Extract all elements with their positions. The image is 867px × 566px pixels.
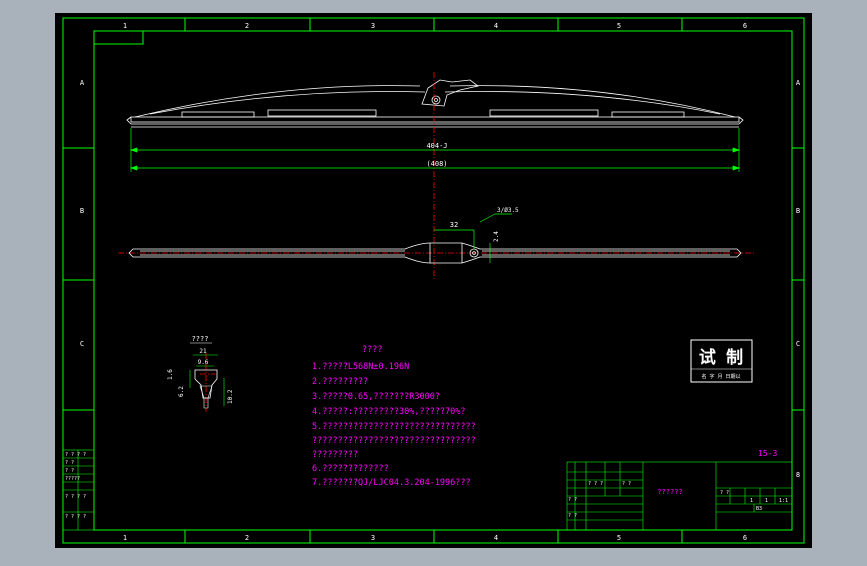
sheet-code: 15-3 <box>758 449 777 458</box>
zone-top-2: 2 <box>245 22 249 30</box>
cad-viewport[interactable]: 1 2 3 4 5 6 1 2 3 4 5 6 A B C A B C 8 40… <box>0 0 867 562</box>
detail-inner-dim: 9.6 <box>198 359 209 366</box>
detail-left-dim2: 6.2 <box>178 386 185 397</box>
title-small-r4: 1:1 <box>779 498 788 504</box>
zone-bottom-1: 1 <box>123 534 127 542</box>
zone-right-8: 8 <box>796 471 800 479</box>
title-small-r3: 1 <box>765 498 768 504</box>
zone-top-4: 4 <box>494 22 498 30</box>
zone-top-3: 3 <box>371 22 375 30</box>
detail-label: ???? <box>192 335 209 343</box>
drawing-canvas[interactable]: 1 2 3 4 5 6 1 2 3 4 5 6 A B C A B C 8 40… <box>0 0 867 562</box>
revision-row-5: ? ? ? ? <box>65 514 86 520</box>
note-line-9: 7.???????QJ/LJC04.3.204-1996??? <box>312 478 471 488</box>
dim-hole: 3/Ø3.5 <box>497 207 519 214</box>
zone-bottom-5: 5 <box>617 534 621 542</box>
note-line-6: ???????????????????????????????? <box>312 436 476 446</box>
zone-top-5: 5 <box>617 22 621 30</box>
title-small-r2: 1 <box>750 498 753 504</box>
dim-length-inner: 404-J <box>426 142 447 150</box>
note-line-5: 5.?????????????????????????????? <box>312 422 476 432</box>
title-cell-1: ? ? ? <box>588 481 603 487</box>
zone-right-b: B <box>796 207 800 215</box>
detail-top-dim: 21 <box>199 348 207 355</box>
revision-row-3: ????? <box>65 476 80 482</box>
revision-header: ? ? ? ? <box>65 452 86 458</box>
title-cell-4: ? ? <box>568 513 577 519</box>
note-line-8: 6.????????????? <box>312 464 389 474</box>
drawing-paper <box>55 13 812 548</box>
zone-top-6: 6 <box>743 22 747 30</box>
detail-right-dim: 10.2 <box>227 389 234 404</box>
note-line-7: ????????? <box>312 450 358 460</box>
stamp-text: 试 制 <box>699 347 743 368</box>
revision-row-4: ? ? ? ? <box>65 494 86 500</box>
note-line-2: 2.????????? <box>312 377 368 387</box>
zone-bottom-6: 6 <box>743 534 747 542</box>
dim-offset: 32 <box>450 221 458 229</box>
detail-left-dim1: 1.6 <box>167 369 174 380</box>
revision-row-2: ? ? <box>65 468 74 474</box>
zone-left-b: B <box>80 207 84 215</box>
title-cell-2: ? ? <box>622 481 631 487</box>
revision-row-1: ? ? <box>65 460 74 466</box>
dim-width: 2.4 <box>493 231 500 242</box>
zone-top-1: 1 <box>123 22 127 30</box>
zone-right-c: C <box>796 340 800 348</box>
notes-title: ???? <box>362 345 382 355</box>
title-cell-3: ? ? <box>568 497 577 503</box>
title-small-r5: B3 <box>756 506 762 512</box>
zone-bottom-4: 4 <box>494 534 498 542</box>
note-line-4: 4.?????:?????????30%,?????70%? <box>312 407 466 417</box>
drawing-name: ?????? <box>657 488 682 496</box>
stamp-subtext: 名 字 月 日期以 <box>701 373 740 380</box>
note-line-3: 3.?????0.65,???????R3000? <box>312 392 440 402</box>
title-small-r1: ? ? <box>720 490 729 496</box>
zone-bottom-2: 2 <box>245 534 249 542</box>
note-line-1: 1.?????L568N±0.196N <box>312 362 409 372</box>
zone-left-c: C <box>80 340 84 348</box>
zone-bottom-3: 3 <box>371 534 375 542</box>
dim-length-outer: (408) <box>426 160 447 168</box>
